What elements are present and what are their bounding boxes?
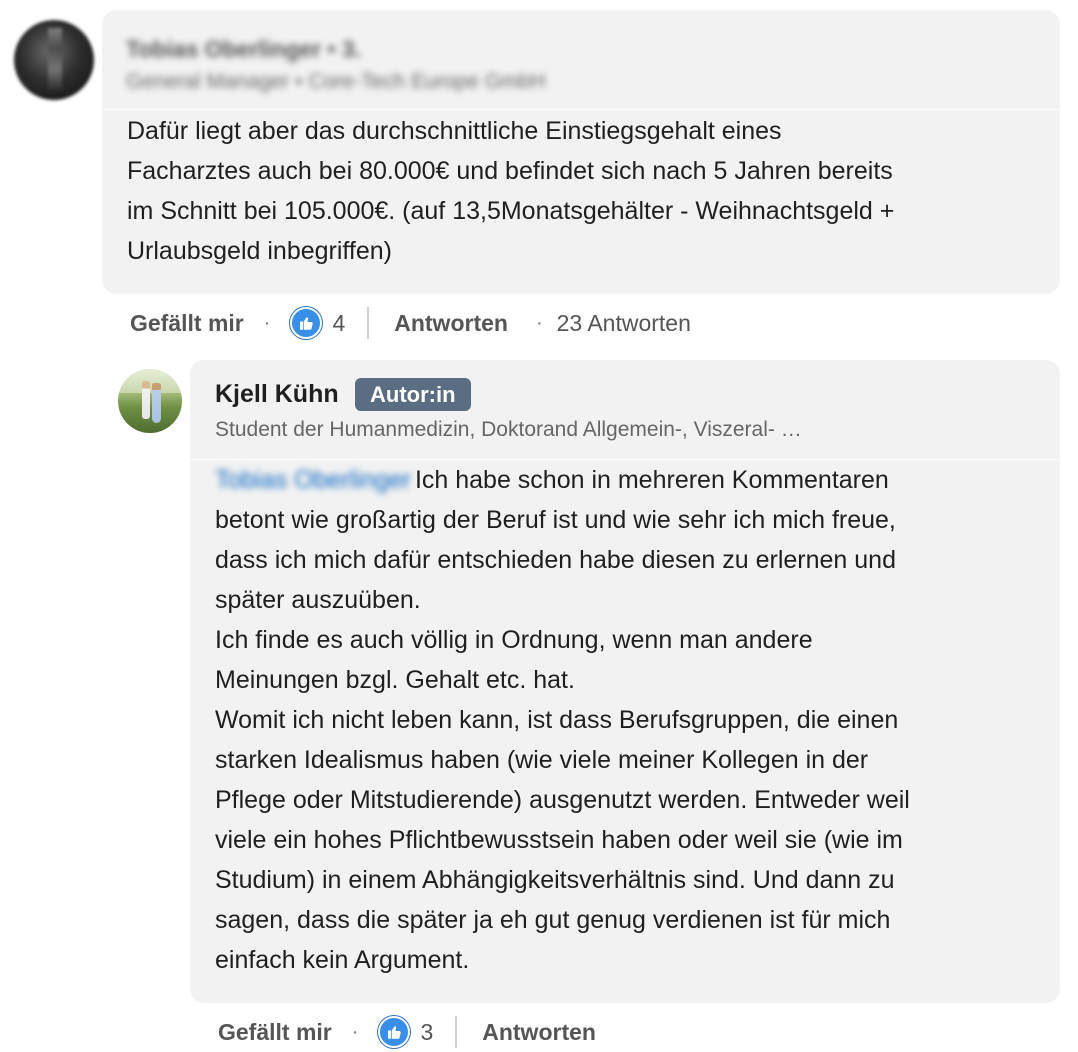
- commenter-name[interactable]: Tobias Oberlinger • 3.: [126, 36, 361, 63]
- avatar-image: [48, 28, 62, 90]
- comment-actions: Gefällt mir · 4 Antworten · 23 Antworten: [130, 303, 691, 343]
- header-divider: [102, 109, 1060, 110]
- thumbs-up-icon[interactable]: [378, 1016, 411, 1048]
- author-avatar[interactable]: [118, 369, 182, 433]
- reply-text-body: betont wie großartig der Beruf ist und w…: [215, 506, 910, 974]
- reply-button[interactable]: Antworten: [482, 1019, 596, 1046]
- commenter-avatar[interactable]: [14, 20, 94, 100]
- reply-button[interactable]: Antworten: [394, 310, 508, 337]
- author-name[interactable]: Kjell Kühn: [215, 380, 339, 409]
- author-badge: Autor:in: [355, 378, 471, 411]
- mention-link[interactable]: Tobias Oberlinger: [215, 460, 411, 500]
- reaction-count[interactable]: 4: [332, 310, 345, 337]
- author-headline: Student der Humanmedizin, Doktorand Allg…: [215, 418, 802, 441]
- reply-text: Tobias Oberlinger Ich habe schon in mehre…: [215, 460, 1050, 980]
- action-divider: [455, 1016, 458, 1048]
- reply-text-first-line: Ich habe schon in mehreren Kommentaren: [414, 466, 889, 494]
- commenter-headline: General Manager • Core-Tech Europe GmbH: [126, 70, 546, 93]
- separator-dot: ·: [351, 1020, 359, 1043]
- reply-actions: Gefällt mir · 3 Antworten: [218, 1012, 596, 1052]
- reply-bubble: Kjell Kühn Autor:in Student der Humanmed…: [190, 360, 1060, 1003]
- action-divider: [367, 307, 370, 339]
- reaction-count[interactable]: 3: [420, 1019, 433, 1046]
- avatar-background: [118, 369, 182, 393]
- replies-count-link[interactable]: 23 Antworten: [557, 310, 691, 337]
- separator-dot: ·: [263, 311, 271, 334]
- separator-dot: ·: [535, 311, 543, 334]
- comment-bubble: Tobias Oberlinger • 3. General Manager •…: [102, 10, 1060, 294]
- avatar-figure: [152, 383, 161, 423]
- like-button[interactable]: Gefällt mir: [130, 310, 244, 337]
- avatar-figure: [142, 381, 150, 419]
- thumbs-up-icon[interactable]: [290, 307, 323, 339]
- like-button[interactable]: Gefällt mir: [218, 1019, 332, 1046]
- comment-text: Dafür liegt aber das durchschnittliche E…: [127, 117, 895, 265]
